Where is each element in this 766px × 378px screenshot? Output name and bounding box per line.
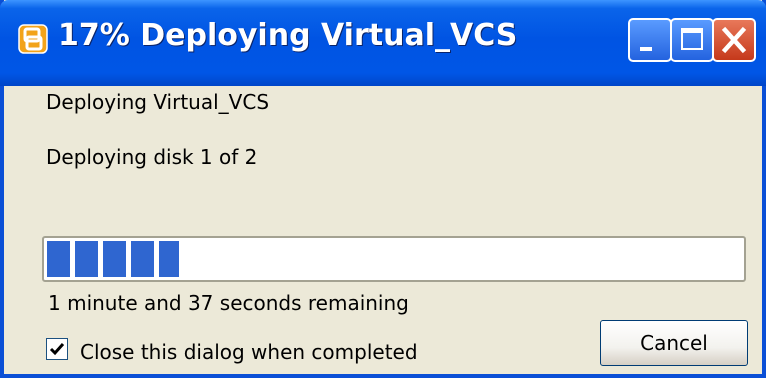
checkmark-icon xyxy=(49,343,65,356)
close-button[interactable] xyxy=(712,18,756,62)
cancel-button[interactable]: Cancel xyxy=(600,320,748,366)
maximize-button[interactable] xyxy=(670,18,714,62)
vsphere-app-icon xyxy=(18,24,48,54)
maximize-icon xyxy=(681,28,703,50)
progress-fill xyxy=(47,241,179,277)
time-remaining: 1 minute and 37 seconds remaining xyxy=(48,291,409,315)
close-when-completed-checkbox[interactable] xyxy=(46,338,68,360)
minimize-button[interactable] xyxy=(628,18,672,62)
deploy-message: Deploying Virtual_VCS xyxy=(46,90,270,114)
window-title: 17% Deploying Virtual_VCS xyxy=(58,18,518,53)
close-icon xyxy=(721,26,747,54)
progress-bar xyxy=(42,236,746,282)
deploy-progress-dialog: 17% Deploying Virtual_VCS Deploying Virt… xyxy=(0,0,766,378)
disk-status: Deploying disk 1 of 2 xyxy=(46,145,258,169)
minimize-icon xyxy=(640,47,652,51)
title-bar[interactable]: 17% Deploying Virtual_VCS xyxy=(0,0,766,86)
close-when-completed-label[interactable]: Close this dialog when completed xyxy=(80,340,418,364)
